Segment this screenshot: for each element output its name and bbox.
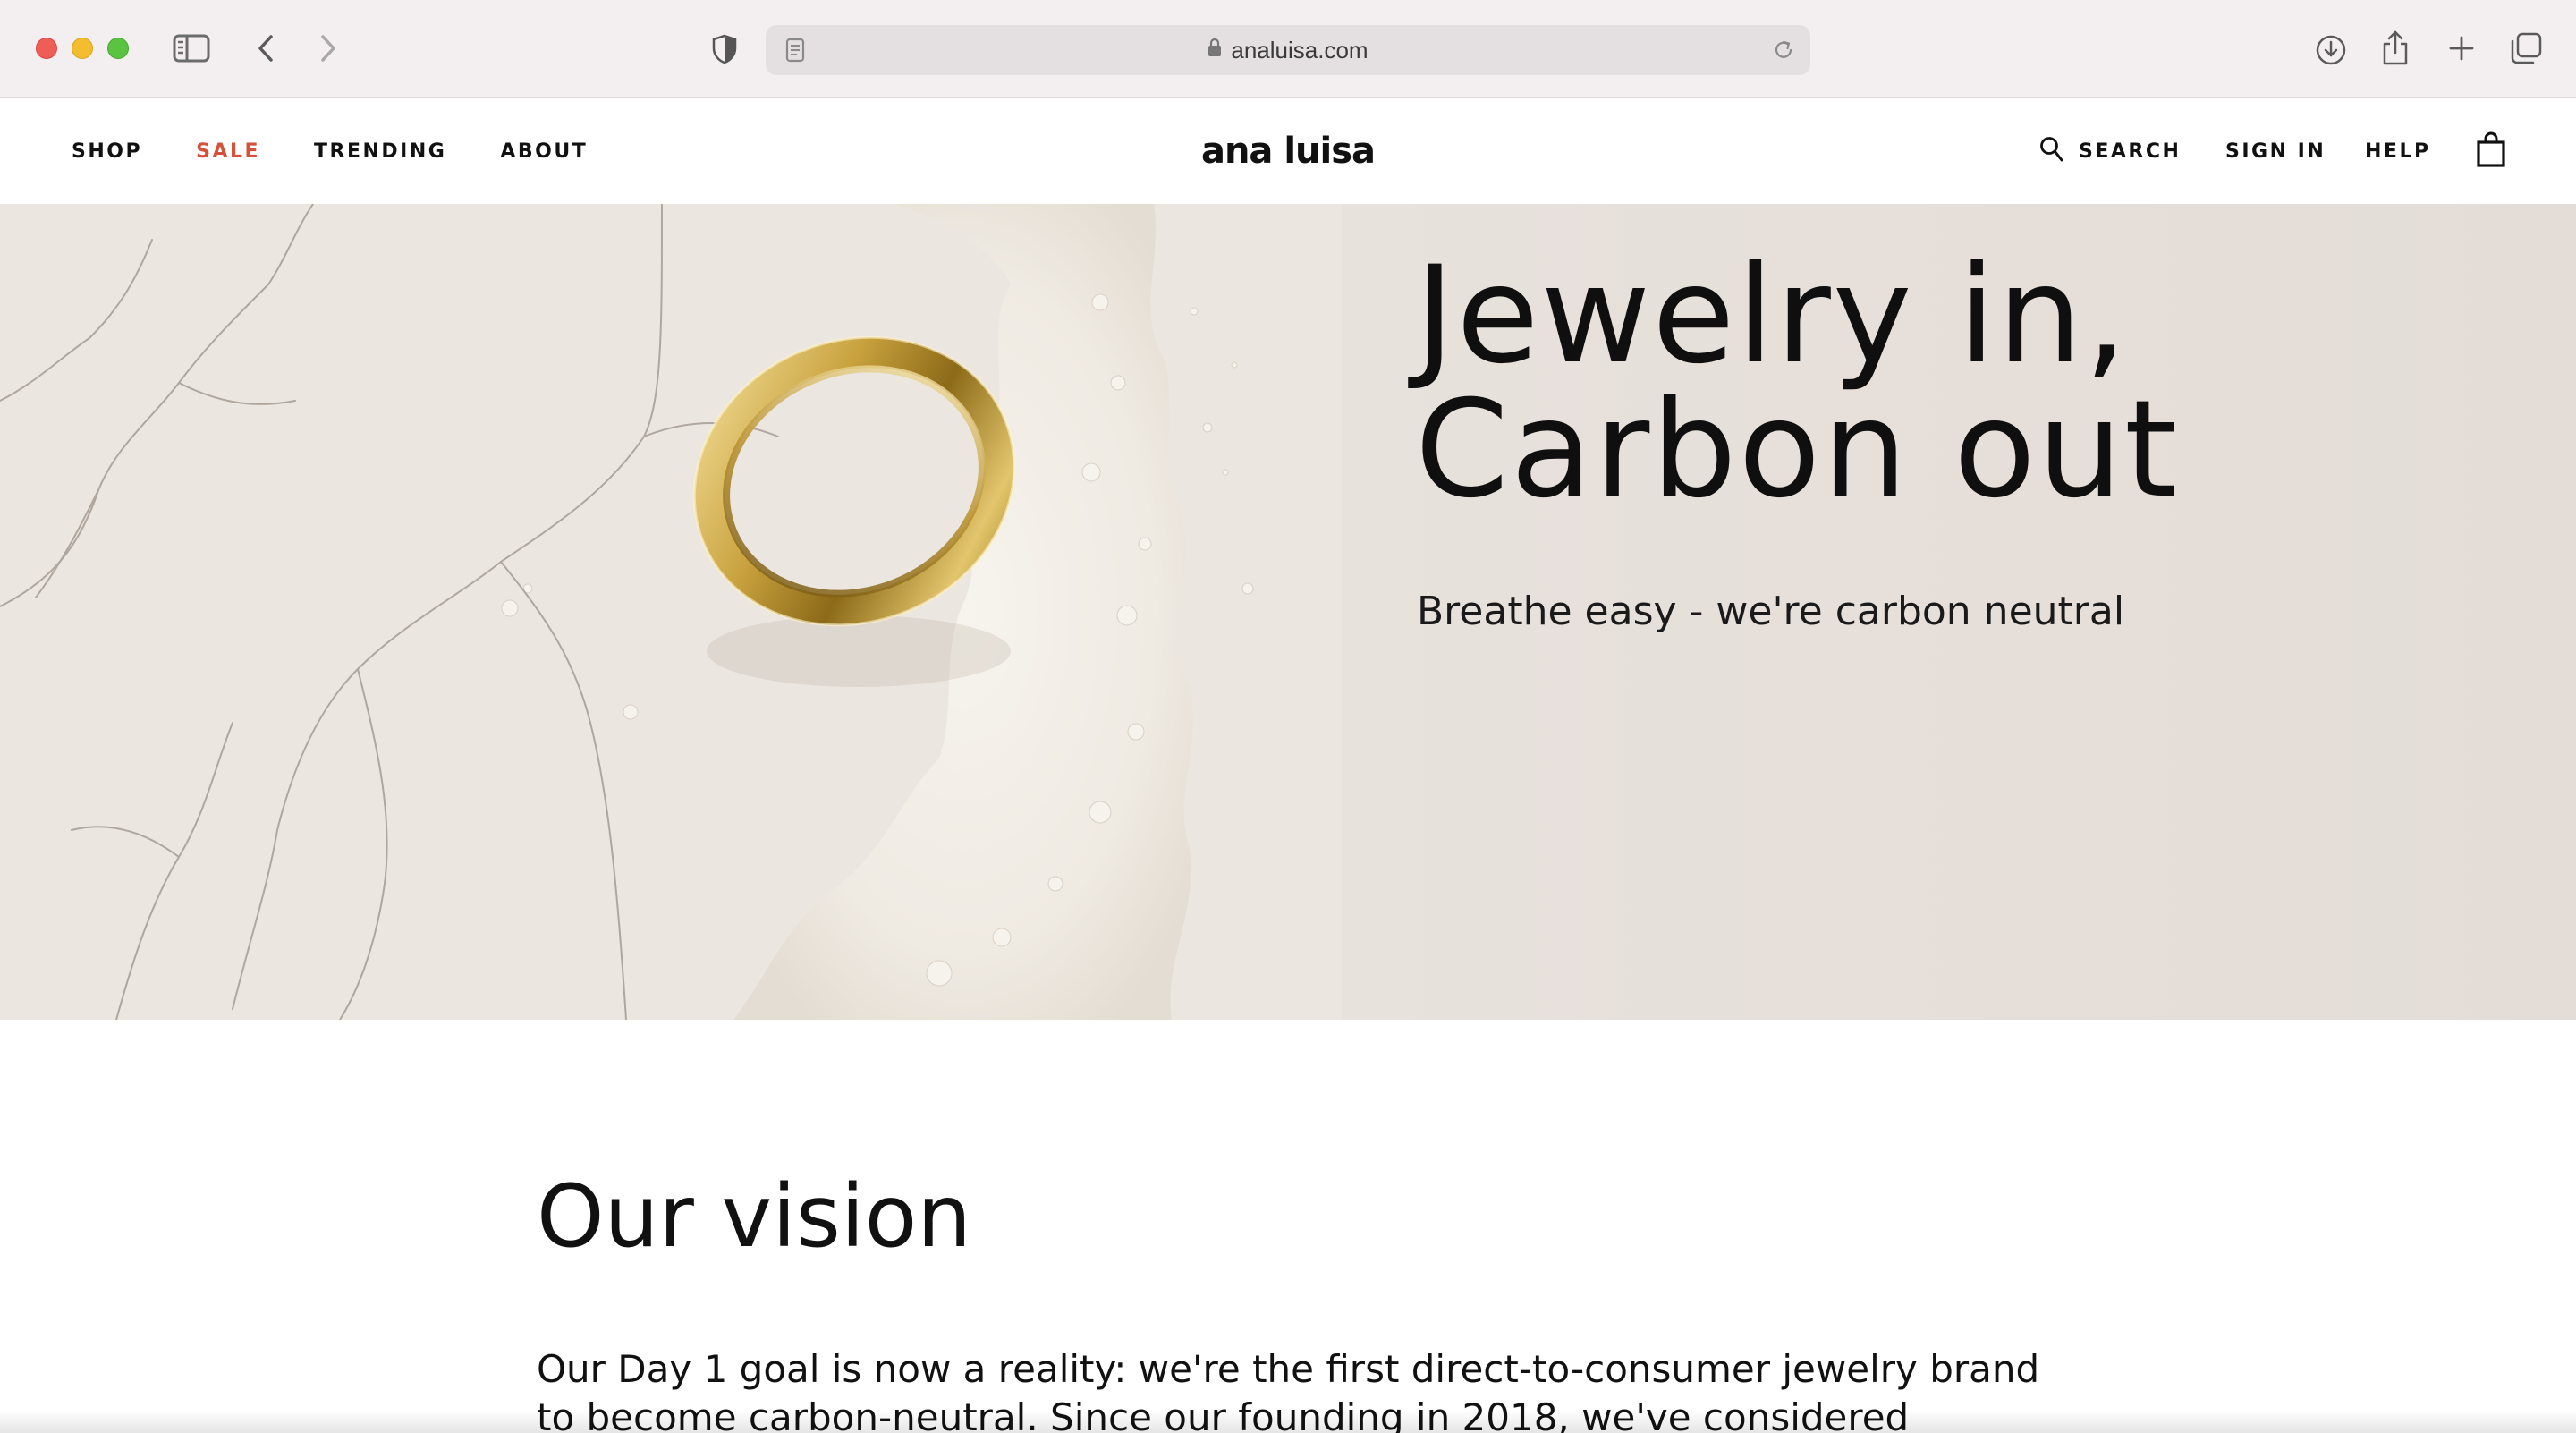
hero-title-line-2: Carbon out bbox=[1415, 372, 2179, 528]
sign-in-link[interactable]: SIGN IN bbox=[2225, 98, 2326, 204]
nav-shop[interactable]: SHOP bbox=[72, 140, 142, 163]
search-label: SEARCH bbox=[2079, 140, 2182, 163]
reload-icon[interactable] bbox=[1769, 36, 1798, 64]
close-window-button[interactable] bbox=[36, 38, 57, 59]
sign-in-label: SIGN IN bbox=[2225, 140, 2326, 163]
vision-paragraph: Our Day 1 goal is now a reality: we're t… bbox=[537, 1347, 2040, 1433]
tab-overview-icon[interactable] bbox=[2508, 30, 2544, 66]
lock-icon bbox=[1208, 24, 1222, 74]
browser-toolbar: analuisa.com bbox=[0, 0, 2576, 98]
minimize-window-button[interactable] bbox=[72, 38, 93, 59]
shopping-bag-icon bbox=[2476, 131, 2506, 172]
hero-banner: Jewelry in, Carbon out Breathe easy - we… bbox=[0, 204, 2576, 1020]
shopping-bag-button[interactable] bbox=[2476, 98, 2506, 204]
hero-title-line-1: Jewelry in, bbox=[1415, 238, 2129, 394]
url-text: analuisa.com bbox=[1231, 37, 1368, 64]
brand-logo[interactable]: ana luisa bbox=[1199, 98, 1377, 204]
nav-about[interactable]: ABOUT bbox=[500, 140, 588, 163]
chevron-left-icon[interactable] bbox=[252, 32, 279, 64]
vision-title: Our vision bbox=[537, 1166, 972, 1267]
plus-icon[interactable] bbox=[2445, 32, 2478, 64]
hero-image bbox=[0, 204, 1342, 1020]
share-icon[interactable] bbox=[2379, 29, 2411, 68]
search-button[interactable]: SEARCH bbox=[2039, 98, 2181, 204]
help-link[interactable]: HELP bbox=[2365, 98, 2431, 204]
site-header: SHOP SALE TRENDING ABOUT ana luisa SEARC… bbox=[0, 98, 2576, 204]
shield-icon[interactable] bbox=[708, 32, 741, 66]
search-icon bbox=[2039, 136, 2064, 167]
download-icon[interactable] bbox=[2313, 32, 2349, 68]
address-bar[interactable]: analuisa.com bbox=[766, 25, 1810, 75]
sidebar-icon[interactable] bbox=[172, 32, 211, 64]
help-label: HELP bbox=[2365, 140, 2431, 163]
chevron-right-icon[interactable] bbox=[315, 32, 342, 64]
url-display: analuisa.com bbox=[766, 25, 1810, 75]
hero-subtitle: Breathe easy - we're carbon neutral bbox=[1417, 589, 2125, 634]
fullscreen-window-button[interactable] bbox=[107, 38, 129, 59]
hero-title: Jewelry in, Carbon out bbox=[1415, 249, 2309, 517]
nav-trending[interactable]: TRENDING bbox=[314, 140, 446, 163]
primary-nav: SHOP SALE TRENDING ABOUT bbox=[72, 98, 641, 204]
nav-sale[interactable]: SALE bbox=[196, 140, 260, 163]
